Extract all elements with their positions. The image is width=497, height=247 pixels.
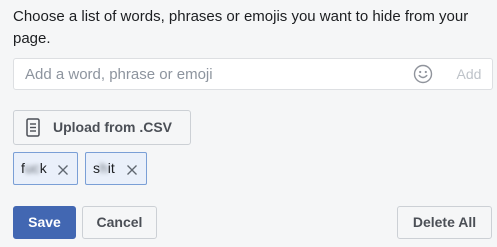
blocked-word-tag[interactable]: shit [85,152,147,185]
tag-word: fuck [21,153,47,184]
censored-letters: h [100,160,108,176]
upload-csv-button[interactable]: Upload from .CSV [13,110,191,145]
add-word-field: Add [13,58,493,90]
remove-tag-icon[interactable] [57,163,69,175]
word-input[interactable] [14,59,415,89]
remove-tag-icon[interactable] [126,163,138,175]
tag-word: shit [93,153,115,184]
delete-all-button[interactable]: Delete All [397,206,492,239]
upload-csv-label: Upload from .CSV [53,119,173,135]
add-button[interactable]: Add [445,59,493,89]
blocked-word-tag[interactable]: fuck [13,152,78,185]
censored-letters: uc [24,160,40,176]
description-text: Choose a list of words, phrases or emoji… [13,8,469,47]
document-icon [26,118,40,137]
cancel-button[interactable]: Cancel [82,206,157,239]
smiley-face-icon[interactable] [413,64,433,84]
save-button[interactable]: Save [13,206,76,239]
